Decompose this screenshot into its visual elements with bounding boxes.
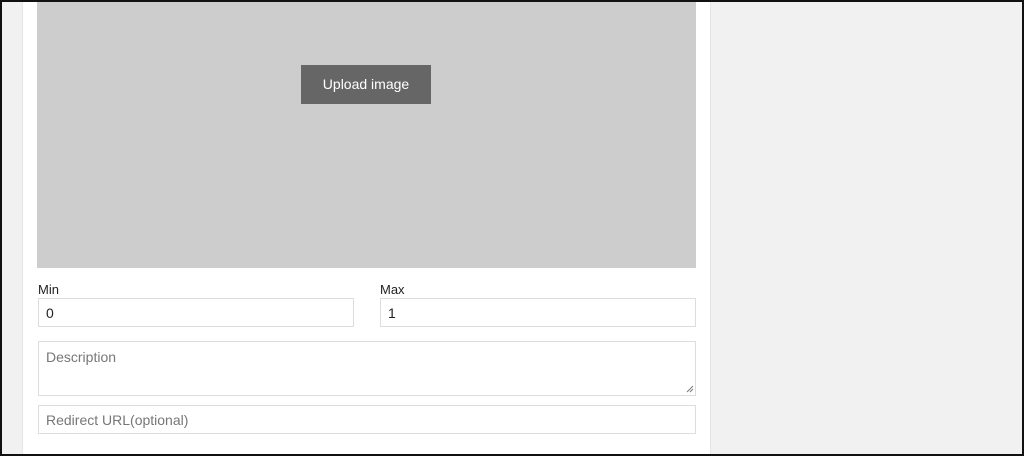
upload-image-button[interactable]: Upload image [301,65,431,104]
min-input[interactable] [38,298,354,327]
description-textarea[interactable] [38,341,696,396]
image-upload-area[interactable]: Upload image [37,2,696,268]
min-label: Min [38,282,59,297]
redirect-url-input[interactable] [38,405,696,434]
screenshot-frame: Upload image Min Max [0,0,1024,456]
max-input[interactable] [380,298,696,327]
max-label: Max [380,282,405,297]
form-panel: Upload image Min Max [22,2,711,454]
